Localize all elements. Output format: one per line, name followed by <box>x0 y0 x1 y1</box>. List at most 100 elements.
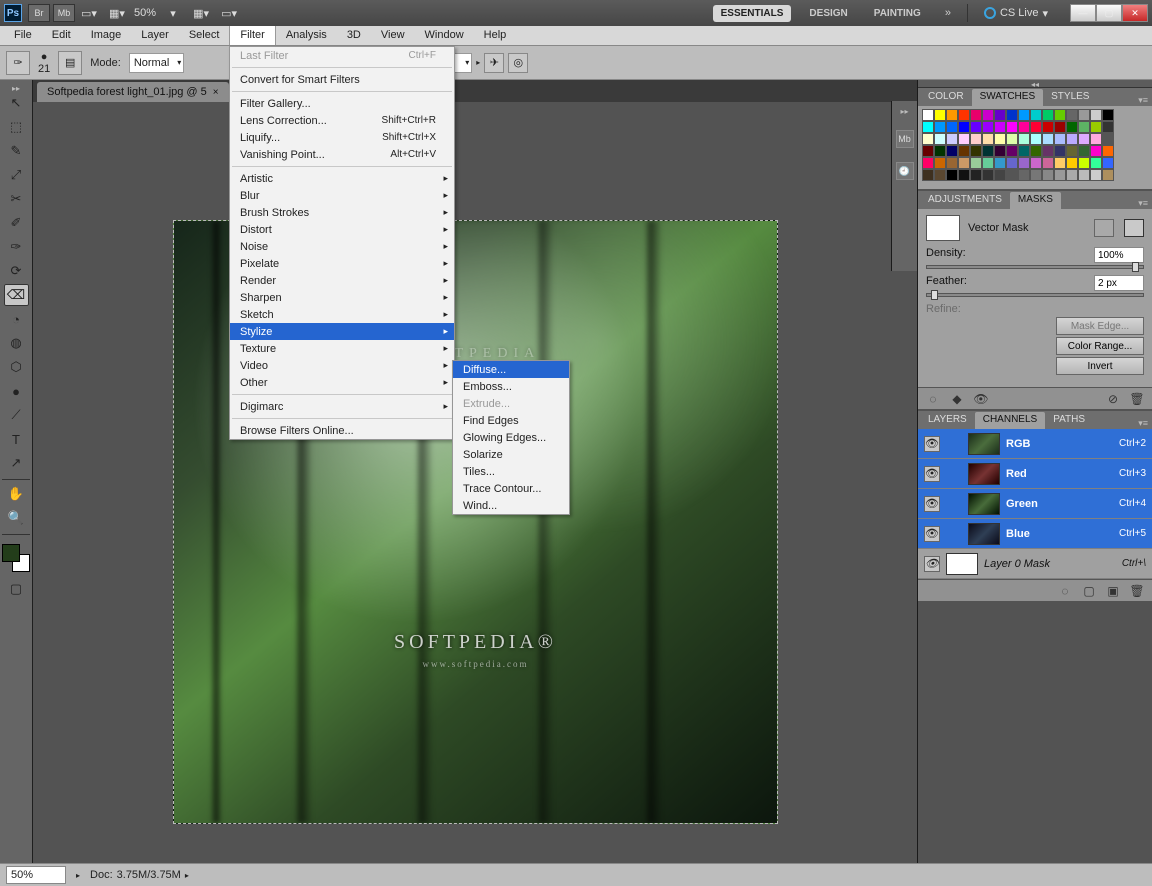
minimize-button[interactable]: — <box>1070 4 1096 22</box>
tool-7[interactable]: ⟳ <box>4 260 29 282</box>
tab-swatches[interactable]: SWATCHES <box>972 89 1044 106</box>
swatch[interactable] <box>1102 133 1114 145</box>
close-tab-icon[interactable]: × <box>213 87 219 98</box>
submenu-item[interactable]: Find Edges <box>453 412 569 429</box>
swatch[interactable] <box>982 109 994 121</box>
minibridge-dock-icon[interactable]: Mb <box>896 130 914 148</box>
extras-dropdown-2[interactable]: ▭▾ <box>218 4 240 22</box>
swatch[interactable] <box>1018 169 1030 181</box>
swatch[interactable] <box>922 145 934 157</box>
swatch[interactable] <box>970 133 982 145</box>
menu-item[interactable]: Sketch▸ <box>230 306 454 323</box>
brush-panel-toggle[interactable]: ▤ <box>58 51 82 75</box>
swatch[interactable] <box>958 145 970 157</box>
swatch[interactable] <box>1090 133 1102 145</box>
swatch[interactable] <box>1066 169 1078 181</box>
tool-3[interactable]: ⤢ <box>4 164 29 186</box>
swatch[interactable] <box>946 121 958 133</box>
swatch[interactable] <box>934 157 946 169</box>
menu-view[interactable]: View <box>371 26 415 45</box>
color-range-button[interactable]: Color Range... <box>1056 337 1144 355</box>
swatch[interactable] <box>994 109 1006 121</box>
channel-row[interactable]: 👁GreenCtrl+4 <box>918 489 1152 519</box>
status-zoom-field[interactable]: 50% <box>6 866 66 884</box>
swatch[interactable] <box>1006 121 1018 133</box>
document-tab[interactable]: Softpedia forest light_01.jpg @ 5× <box>37 82 229 102</box>
menu-window[interactable]: Window <box>415 26 474 45</box>
vector-mask-button[interactable] <box>1124 219 1144 237</box>
submenu-item[interactable]: Emboss... <box>453 378 569 395</box>
swatch[interactable] <box>982 169 994 181</box>
tool-2[interactable]: ✎ <box>4 140 29 162</box>
load-selection-icon[interactable]: ◌ <box>926 392 940 406</box>
visibility-eye-icon[interactable]: 👁 <box>924 436 940 452</box>
swatch[interactable] <box>1090 157 1102 169</box>
menu-analysis[interactable]: Analysis <box>276 26 337 45</box>
swatch[interactable] <box>982 133 994 145</box>
menu-item[interactable]: Lens Correction...Shift+Ctrl+R <box>230 112 454 129</box>
swatch[interactable] <box>1090 109 1102 121</box>
channel-row[interactable]: 👁RedCtrl+3 <box>918 459 1152 489</box>
delete-mask-icon[interactable]: 🗑 <box>1130 392 1144 406</box>
swatch[interactable] <box>1066 109 1078 121</box>
tool-11[interactable]: ⬡ <box>4 356 29 378</box>
swatch[interactable] <box>958 169 970 181</box>
visibility-eye-icon[interactable]: 👁 <box>924 556 940 572</box>
swatch[interactable] <box>934 169 946 181</box>
history-dock-icon[interactable]: 🕘 <box>896 162 914 180</box>
submenu-item[interactable]: Trace Contour... <box>453 480 569 497</box>
swatch[interactable] <box>1054 133 1066 145</box>
swatch[interactable] <box>1030 157 1042 169</box>
menu-item[interactable]: Vanishing Point...Alt+Ctrl+V <box>230 146 454 163</box>
arrange-docs-dropdown[interactable]: ▦▾ <box>106 4 128 22</box>
swatch[interactable] <box>958 121 970 133</box>
density-slider[interactable] <box>926 265 1144 269</box>
visibility-eye-icon[interactable]: 👁 <box>924 496 940 512</box>
swatch[interactable] <box>1102 145 1114 157</box>
airbrush-toggle[interactable]: ✈ <box>484 53 504 73</box>
swatch[interactable] <box>958 133 970 145</box>
swatch[interactable] <box>1006 109 1018 121</box>
invert-button[interactable]: Invert <box>1056 357 1144 375</box>
swatch[interactable] <box>934 121 946 133</box>
swatch[interactable] <box>946 169 958 181</box>
title-zoom[interactable]: 50% <box>134 7 156 19</box>
swatch[interactable] <box>922 121 934 133</box>
swatch[interactable] <box>1066 133 1078 145</box>
swatch[interactable] <box>1042 133 1054 145</box>
menu-item[interactable]: Stylize▸ <box>230 323 454 340</box>
tab-channels[interactable]: CHANNELS <box>975 412 1045 429</box>
menu-layer[interactable]: Layer <box>131 26 179 45</box>
swatch[interactable] <box>1018 109 1030 121</box>
swatch[interactable] <box>958 109 970 121</box>
swatch[interactable] <box>922 169 934 181</box>
swatch[interactable] <box>1030 109 1042 121</box>
swatch[interactable] <box>1042 109 1054 121</box>
swatch[interactable] <box>1030 133 1042 145</box>
swatch[interactable] <box>1006 145 1018 157</box>
swatch[interactable] <box>1030 121 1042 133</box>
swatch[interactable] <box>1018 121 1030 133</box>
swatch[interactable] <box>994 121 1006 133</box>
swatch[interactable] <box>946 157 958 169</box>
tool-17[interactable]: 🔍 <box>4 507 29 529</box>
submenu-item[interactable]: Diffuse... <box>453 361 569 378</box>
swatch[interactable] <box>958 157 970 169</box>
swatch[interactable] <box>1054 157 1066 169</box>
menu-item[interactable]: Pixelate▸ <box>230 255 454 272</box>
swatch[interactable] <box>970 169 982 181</box>
submenu-item[interactable]: Wind... <box>453 497 569 514</box>
swatch[interactable] <box>1078 157 1090 169</box>
swatch[interactable] <box>1078 145 1090 157</box>
workspace-design[interactable]: DESIGN <box>801 5 855 22</box>
status-doc-arrow-icon[interactable]: ▸ <box>185 871 189 880</box>
masks-panel-menu[interactable]: ▾≡ <box>1134 198 1152 209</box>
zoom-dropdown[interactable]: ▾ <box>162 4 184 22</box>
tab-color[interactable]: COLOR <box>920 89 972 106</box>
swatch[interactable] <box>1018 133 1030 145</box>
menu-select[interactable]: Select <box>179 26 230 45</box>
visibility-eye-icon[interactable]: 👁 <box>924 526 940 542</box>
swatch[interactable] <box>1066 121 1078 133</box>
new-channel-icon[interactable]: ▣ <box>1106 584 1120 598</box>
swatch[interactable] <box>946 145 958 157</box>
